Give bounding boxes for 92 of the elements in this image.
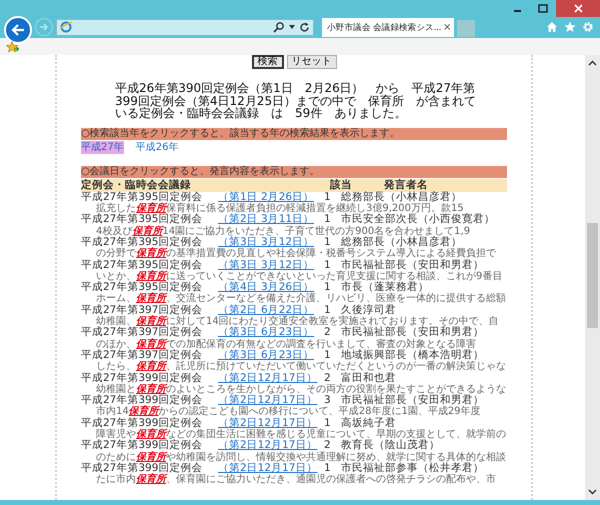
speaker-name: 市民福祉部長（安田和男君） <box>341 395 484 406</box>
hit-count: 1 <box>324 350 332 362</box>
speaker-name: 市民福祉部長（安田和男君） <box>341 327 484 338</box>
back-button[interactable] <box>4 16 32 44</box>
snippet-text: いとか、保育所に送っていくことができないといった育児支援に関する相談、これが9番目 <box>96 270 502 282</box>
hit-count: 2 <box>324 327 332 339</box>
date-link[interactable]: （第1日 2月26日） <box>218 192 314 204</box>
snippet-text: のために保育所や幼稚園を訪問し、情報交換や共通理解に努め、就学に関する具体的な相談 <box>96 452 506 463</box>
year-notice-bar: ○検索該当年をクリックすると、該当する年の検索結果を表示します。 <box>81 128 507 140</box>
date-link[interactable]: （第2日12月17日） <box>218 462 318 474</box>
hit-count: 1 <box>324 214 332 226</box>
speaker-name: 富田和也君 <box>341 372 396 384</box>
column-header: 定例会・臨時会会議録 <box>81 178 192 191</box>
search-icon[interactable] <box>273 21 285 33</box>
snippet-text: の分野で保育所の基準措置費の見直しや社会保障・税番号システム導入による経費負担で <box>96 248 496 260</box>
meeting-name: 平成27年第395回定例会 <box>81 282 204 294</box>
hit-count: 1 <box>324 304 332 316</box>
speaker-name: 教育長（陰山茂君） <box>341 440 440 452</box>
scroll-down-icon[interactable] <box>588 489 597 495</box>
speaker-name: 市民福祉部参事（松井孝君） <box>341 462 484 474</box>
snippet-text: 4校及び保育所14園にご協力をいただき、子育て世代の方900名を合わせまして1,9 <box>96 226 470 237</box>
meeting-name: 平成27年第397回定例会 <box>81 350 202 361</box>
snippet-text: ホーム、保育所、交流センターなどを備えた介護、リハビリ、医療を一体的に提供する総額 <box>96 293 506 304</box>
reset-button[interactable]: リセット <box>286 55 336 69</box>
browser-logo-icon <box>60 21 72 33</box>
hit-count: 1 <box>324 282 332 294</box>
meeting-name: 平成27年第399回定例会 <box>81 440 204 452</box>
result-summary: 平成26年第390回定例会（第1日 2月26日） から 平成27年第399回定例会（第4日12月25日）までの中で 保育所 が含まれている定例会・臨時会会議録 は 59件 ありました。 <box>115 82 478 120</box>
hit-count: 1 <box>324 192 332 203</box>
speaker-name: 総務部長（小林昌彦君） <box>341 236 462 248</box>
date-link[interactable]: （第3日 3月12日） <box>218 236 314 248</box>
meeting-name: 平成27年第397回定例会 <box>81 327 204 338</box>
meeting-name: 平成27年第399回定例会 <box>81 395 202 406</box>
star-icon[interactable] <box>564 21 576 33</box>
speaker-name: 久後淳司君 <box>341 304 396 316</box>
meeting-name: 平成27年第399回定例会 <box>81 418 204 429</box>
snippet-text: したら、保育所、託児所に預けていただいて働いていただくというのが一番の解決策じゃな <box>96 361 506 372</box>
meeting-name: 平成27年第399回定例会 <box>81 462 204 474</box>
snippet-text: たに市内保育所、保育園にご協力いただき、通園児の保護者への啓発チラシの配布や、市 <box>95 474 496 486</box>
speaker-name: 高坂純子君 <box>341 418 396 429</box>
date-link[interactable]: （第3日 6月23日） <box>218 327 314 339</box>
snippet-text: 障害児や保育所などの集団生活に困難を感じる児童について、早期の支援として、就学前の <box>96 429 506 440</box>
tab-title: 小野市議会 会議録検索シス... <box>327 22 442 34</box>
snippet-text: 幼稚園と 保育所のよいところを生かしながら、その両方の役割を果たすことができるような <box>96 384 506 395</box>
scrollbar[interactable] <box>585 55 600 500</box>
meeting-name: 平成27年第395回定例会 <box>81 214 204 226</box>
speaker-name: 地域振興部長（橋本浩明君） <box>341 350 484 361</box>
scroll-up-icon[interactable] <box>588 60 597 66</box>
snippet-text: のほか、保育所での加配保育の有無などの調査を行いまして、審査の対象となる障害 <box>96 338 476 350</box>
meeting-name: 平成27年第397回定例会 <box>81 304 204 316</box>
snippet-text: 市内14保育所からの認定こども園への移行について、平成28年度に1園、平成29年度 <box>96 406 481 418</box>
tab-close-button[interactable]: × <box>443 22 452 33</box>
hit-count: 1 <box>324 462 332 474</box>
date-link[interactable]: （第4日 3月26日） <box>218 282 314 294</box>
speaker-name: 総務部長（小林昌彦君） <box>341 192 462 203</box>
browser-tab[interactable]: 小野市議会 会議録検索シス... × <box>322 18 454 37</box>
snippet-text: 拡充した保育所保育料に係る保護者負担の軽減措置を継続し3億9,200万円。款15 <box>96 203 464 214</box>
date-notice-bar: ○会議日をクリックすると、発言内容を表示します。 <box>81 166 507 178</box>
meeting-name: 平成27年第395回定例会 <box>81 236 202 248</box>
hit-count: 3 <box>324 395 332 406</box>
close-button[interactable] <box>556 0 600 17</box>
meeting-name: 平成27年第395回定例会 <box>81 260 204 271</box>
maximize-icon[interactable] <box>538 4 548 12</box>
date-link[interactable]: （第2日12月17日） <box>218 395 318 406</box>
snippet-text: 幼稚園、保育所に対して14回にわたり交通安全教室を実施されております。その中で、自 <box>96 316 499 328</box>
column-header: 該当 <box>330 178 353 192</box>
speaker-name: 市民安全部次長（小西俊寛君） <box>341 214 495 226</box>
date-link[interactable]: （第3日 3月12日） <box>218 260 314 271</box>
hit-count: 2 <box>324 372 332 384</box>
search-button[interactable]: 検索 <box>252 55 284 69</box>
date-link[interactable]: （第2日12月17日） <box>218 418 318 430</box>
hit-count: 2 <box>324 440 332 452</box>
refresh-icon[interactable] <box>299 22 310 32</box>
meeting-name: 平成27年第395回定例会 <box>81 192 204 203</box>
hit-count: 1 <box>324 260 332 271</box>
speaker-name: 市長（蓬莱務君） <box>341 282 429 294</box>
date-link[interactable]: （第3日 6月23日） <box>218 350 314 362</box>
hit-count: 1 <box>324 236 331 248</box>
meeting-name: 平成27年第399回定例会 <box>81 372 204 384</box>
date-link[interactable]: （第2日12月17日） <box>218 372 318 384</box>
year-link[interactable]: 平成26年 <box>136 140 178 154</box>
date-link[interactable]: （第2日12月17日） <box>218 440 318 452</box>
speaker-name: 市民福祉部長（安田和男君） <box>341 260 484 271</box>
hit-count: 1 <box>324 418 332 429</box>
date-link[interactable]: （第2日 3月11日） <box>218 214 314 226</box>
year-link[interactable]: 平成27年 <box>81 140 124 154</box>
scrollbar-thumb[interactable] <box>587 223 598 328</box>
favorites-star-icon[interactable] <box>6 40 19 52</box>
close-icon[interactable] <box>574 4 582 13</box>
dropdown-caret-icon[interactable] <box>289 25 295 29</box>
back-arrow-icon[interactable] <box>11 24 25 36</box>
column-header: 発言者名 <box>382 178 429 191</box>
